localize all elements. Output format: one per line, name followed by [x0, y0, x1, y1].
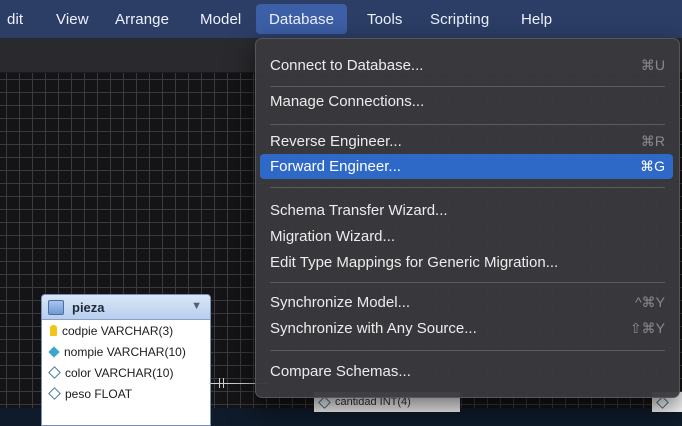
table-row[interactable]: codpie VARCHAR(3): [42, 320, 210, 341]
nullable-column-icon: [48, 387, 61, 400]
menu-item-shortcut: ^⌘Y: [635, 294, 665, 310]
menu-edit[interactable]: dit: [7, 0, 23, 38]
menu-model[interactable]: Model: [200, 0, 241, 38]
menu-item-manage-connections[interactable]: Manage Connections...: [260, 89, 673, 114]
relationship-tick: [223, 378, 224, 388]
menu-separator: [270, 350, 665, 351]
database-menu-dropdown: Connect to Database... ⌘U Manage Connect…: [255, 38, 680, 398]
menu-item-label: Reverse Engineer...: [270, 133, 402, 150]
primary-key-icon: [50, 325, 57, 336]
menu-separator: [270, 187, 665, 188]
column-label: nompie VARCHAR(10): [64, 344, 186, 359]
table-icon: [48, 299, 64, 315]
menu-arrange[interactable]: Arrange: [115, 0, 169, 38]
menu-item-synchronize-model[interactable]: Synchronize Model... ^⌘Y: [260, 290, 673, 315]
menu-item-forward-engineer[interactable]: Forward Engineer... ⌘G: [260, 154, 673, 179]
table-row[interactable]: nompie VARCHAR(10): [42, 341, 210, 362]
menu-separator: [270, 124, 665, 125]
column-label: codpie VARCHAR(3): [62, 323, 174, 338]
menu-tools[interactable]: Tools: [367, 0, 403, 38]
menu-item-shortcut: ⌘U: [640, 57, 665, 73]
menu-view[interactable]: View: [56, 0, 89, 38]
menu-item-edit-type-mappings[interactable]: Edit Type Mappings for Generic Migration…: [260, 250, 673, 275]
menu-item-shortcut: ⌘G: [640, 158, 665, 174]
menu-separator: [270, 86, 665, 87]
menu-bar: dit View Arrange Model Database Tools Sc…: [0, 0, 682, 38]
table-row[interactable]: peso FLOAT: [42, 383, 210, 404]
relationship-tick: [219, 378, 220, 388]
menu-item-connect-to-database[interactable]: Connect to Database... ⌘U: [260, 53, 673, 78]
table-name: pieza: [72, 299, 105, 315]
menu-separator: [270, 282, 665, 283]
menu-database[interactable]: Database: [256, 4, 348, 34]
menu-scripting[interactable]: Scripting: [430, 0, 489, 38]
column-label: peso FLOAT: [65, 386, 133, 401]
table-row[interactable]: color VARCHAR(10): [42, 362, 210, 383]
menu-item-shortcut: ⌘R: [640, 133, 665, 149]
menu-item-label: Connect to Database...: [270, 57, 424, 74]
menu-item-label: Compare Schemas...: [270, 363, 411, 380]
menu-item-label: Synchronize Model...: [270, 294, 411, 311]
table-pieza[interactable]: pieza ▼ codpie VARCHAR(3) nompie VARCHAR…: [41, 294, 211, 426]
collapse-caret-icon[interactable]: ▼: [191, 300, 202, 312]
menu-item-label: Migration Wizard...: [270, 228, 396, 245]
column-label: color VARCHAR(10): [65, 365, 174, 380]
menu-item-label: Manage Connections...: [270, 93, 425, 110]
menu-item-migration-wizard[interactable]: Migration Wizard...: [260, 224, 673, 249]
menu-item-label: Forward Engineer...: [270, 158, 401, 175]
menu-item-synchronize-any-source[interactable]: Synchronize with Any Source... ⇧⌘Y: [260, 316, 673, 341]
menu-item-label: Schema Transfer Wizard...: [270, 202, 448, 219]
menu-item-label: Synchronize with Any Source...: [270, 320, 477, 337]
menu-item-label: Edit Type Mappings for Generic Migration…: [270, 254, 559, 271]
menu-item-compare-schemas[interactable]: Compare Schemas...: [260, 359, 673, 384]
menu-item-shortcut: ⇧⌘Y: [629, 320, 665, 336]
menu-item-schema-transfer-wizard[interactable]: Schema Transfer Wizard...: [260, 198, 673, 223]
menu-item-reverse-engineer[interactable]: Reverse Engineer... ⌘R: [260, 129, 673, 154]
table-header[interactable]: pieza ▼: [42, 295, 210, 320]
nullable-column-icon: [48, 366, 61, 379]
menu-help[interactable]: Help: [521, 0, 552, 38]
not-null-column-icon: [48, 345, 60, 358]
